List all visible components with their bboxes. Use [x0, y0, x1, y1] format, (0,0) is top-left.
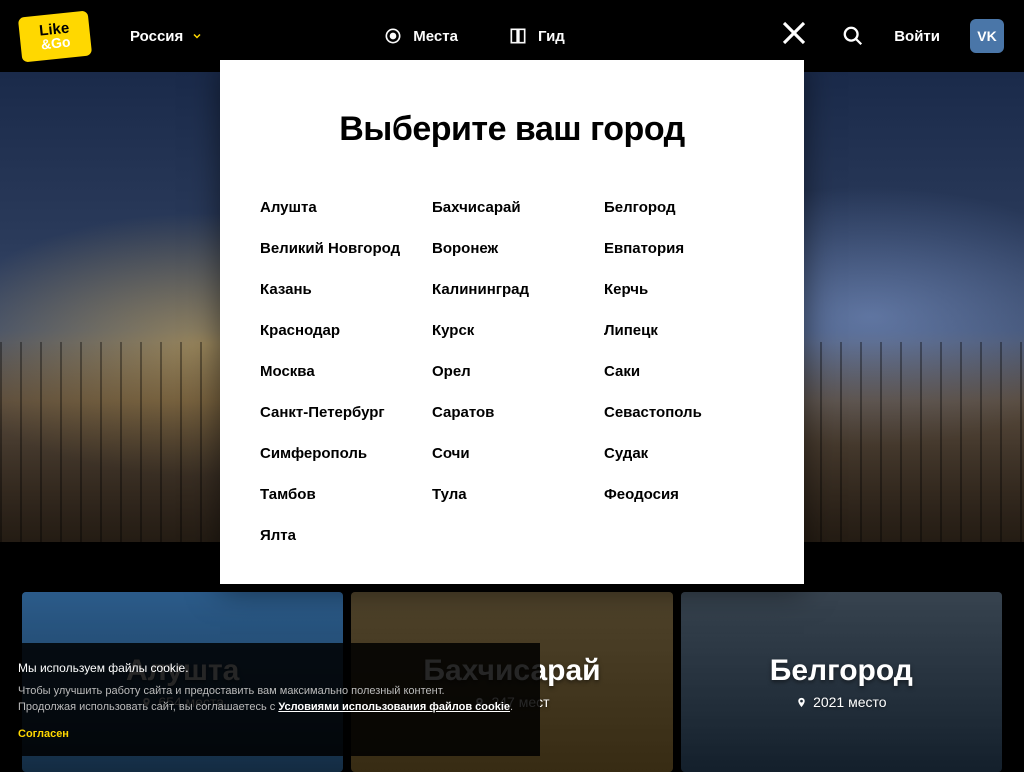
header-right: Войти VK — [842, 19, 1004, 53]
vk-button[interactable]: VK — [970, 19, 1004, 53]
city-option[interactable]: Севастополь — [604, 404, 764, 421]
city-option[interactable]: Сочи — [432, 445, 592, 462]
city-option[interactable]: Липецк — [604, 322, 764, 339]
search-icon[interactable] — [842, 25, 864, 47]
region-label: Россия — [130, 28, 183, 45]
city-option[interactable]: Орел — [432, 363, 592, 380]
vk-label: VK — [977, 28, 996, 44]
city-option[interactable]: Тула — [432, 486, 592, 503]
book-icon — [508, 26, 528, 46]
nav-guide-label: Гид — [538, 28, 565, 45]
city-card-belgorod[interactable]: Белгород 2021 место — [681, 592, 1002, 772]
chevron-down-icon — [191, 30, 203, 42]
cookie-text-1: Чтобы улучшить работу сайта и предостави… — [18, 683, 522, 700]
nav-center: Места Гид — [383, 26, 565, 46]
cookie-banner: Мы используем файлы cookie. Чтобы улучши… — [0, 643, 540, 757]
logo-line2: &Go — [40, 35, 71, 51]
city-option[interactable]: Саки — [604, 363, 764, 380]
city-option[interactable]: Керчь — [604, 281, 764, 298]
city-option[interactable]: Ялта — [260, 527, 420, 544]
card-title: Белгород — [770, 654, 913, 688]
cookie-title: Мы используем файлы cookie. — [18, 659, 522, 677]
city-option[interactable]: Судак — [604, 445, 764, 462]
city-grid: Алушта Бахчисарай Белгород Великий Новго… — [260, 199, 764, 544]
nav-places-label: Места — [413, 28, 458, 45]
cookie-accept-button[interactable]: Согласен — [18, 726, 69, 743]
city-option[interactable]: Курск — [432, 322, 592, 339]
city-option[interactable]: Тамбов — [260, 486, 420, 503]
close-icon — [779, 18, 809, 48]
city-option[interactable]: Калининград — [432, 281, 592, 298]
target-icon — [383, 26, 403, 46]
city-option[interactable]: Бахчисарай — [432, 199, 592, 216]
city-option[interactable]: Евпатория — [604, 240, 764, 257]
logo[interactable]: Like &Go — [18, 10, 92, 62]
cookie-terms-link[interactable]: Условиями использования файлов cookie — [278, 701, 510, 713]
login-button[interactable]: Войти — [894, 28, 940, 45]
city-option[interactable]: Алушта — [260, 199, 420, 216]
nav-places[interactable]: Места — [383, 26, 458, 46]
city-option[interactable]: Воронеж — [432, 240, 592, 257]
city-option[interactable]: Белгород — [604, 199, 764, 216]
city-option[interactable]: Санкт-Петербург — [260, 404, 420, 421]
close-button[interactable] — [779, 18, 809, 48]
region-selector[interactable]: Россия — [130, 28, 203, 45]
city-option[interactable]: Краснодар — [260, 322, 420, 339]
city-option[interactable]: Саратов — [432, 404, 592, 421]
nav-guide[interactable]: Гид — [508, 26, 565, 46]
pin-icon — [796, 697, 807, 708]
city-option[interactable]: Великий Новгород — [260, 240, 420, 257]
city-option[interactable]: Казань — [260, 281, 420, 298]
cookie-text-2: Продолжая использовать сайт, вы соглашае… — [18, 699, 522, 716]
city-modal: Выберите ваш город Алушта Бахчисарай Бел… — [220, 60, 804, 584]
city-option[interactable]: Москва — [260, 363, 420, 380]
city-option[interactable]: Симферополь — [260, 445, 420, 462]
card-subtitle: 2021 место — [796, 694, 887, 710]
city-option[interactable]: Феодосия — [604, 486, 764, 503]
modal-title: Выберите ваш город — [260, 110, 764, 149]
